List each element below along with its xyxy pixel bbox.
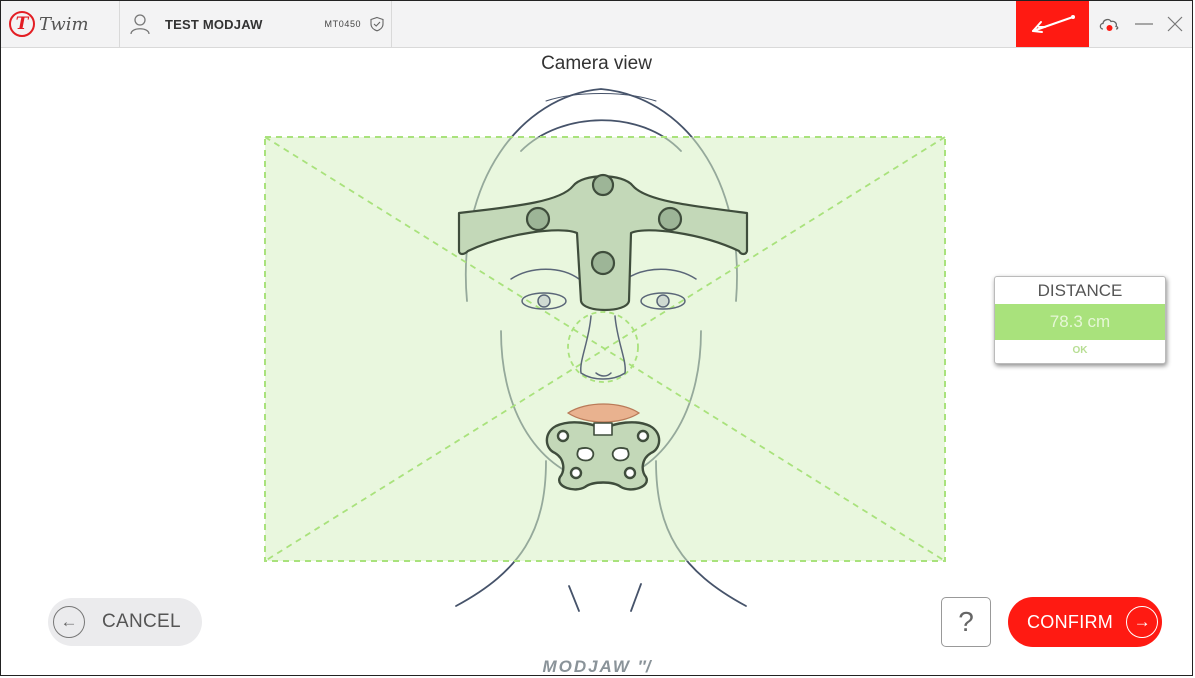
distance-value: 78.3 cm [995, 304, 1165, 340]
arrow-right-icon: → [1126, 606, 1159, 638]
page-title: Camera view [541, 53, 652, 74]
bite-fork [545, 421, 661, 491]
confirm-button[interactable]: CONFIRM → [1008, 597, 1162, 647]
app-window: T Twim TEST MODJAW MT0450 Camera view DI… [0, 0, 1193, 676]
distance-panel: DISTANCE 78.3 cm OK [994, 276, 1166, 364]
arrow-left-icon: ← [53, 606, 85, 638]
brand-logo: MODJAW ″/ [1, 657, 1192, 676]
confirm-label: CONFIRM [1027, 611, 1114, 632]
distance-label: DISTANCE [1037, 281, 1123, 300]
brand-text: MODJAW [542, 657, 631, 676]
distance-status: OK [1072, 345, 1088, 356]
cancel-label: CANCEL [102, 611, 181, 632]
help-button[interactable]: ? [941, 597, 991, 647]
cancel-button[interactable]: ← CANCEL [48, 598, 202, 646]
brand-mark-icon: ″/ [637, 657, 651, 676]
